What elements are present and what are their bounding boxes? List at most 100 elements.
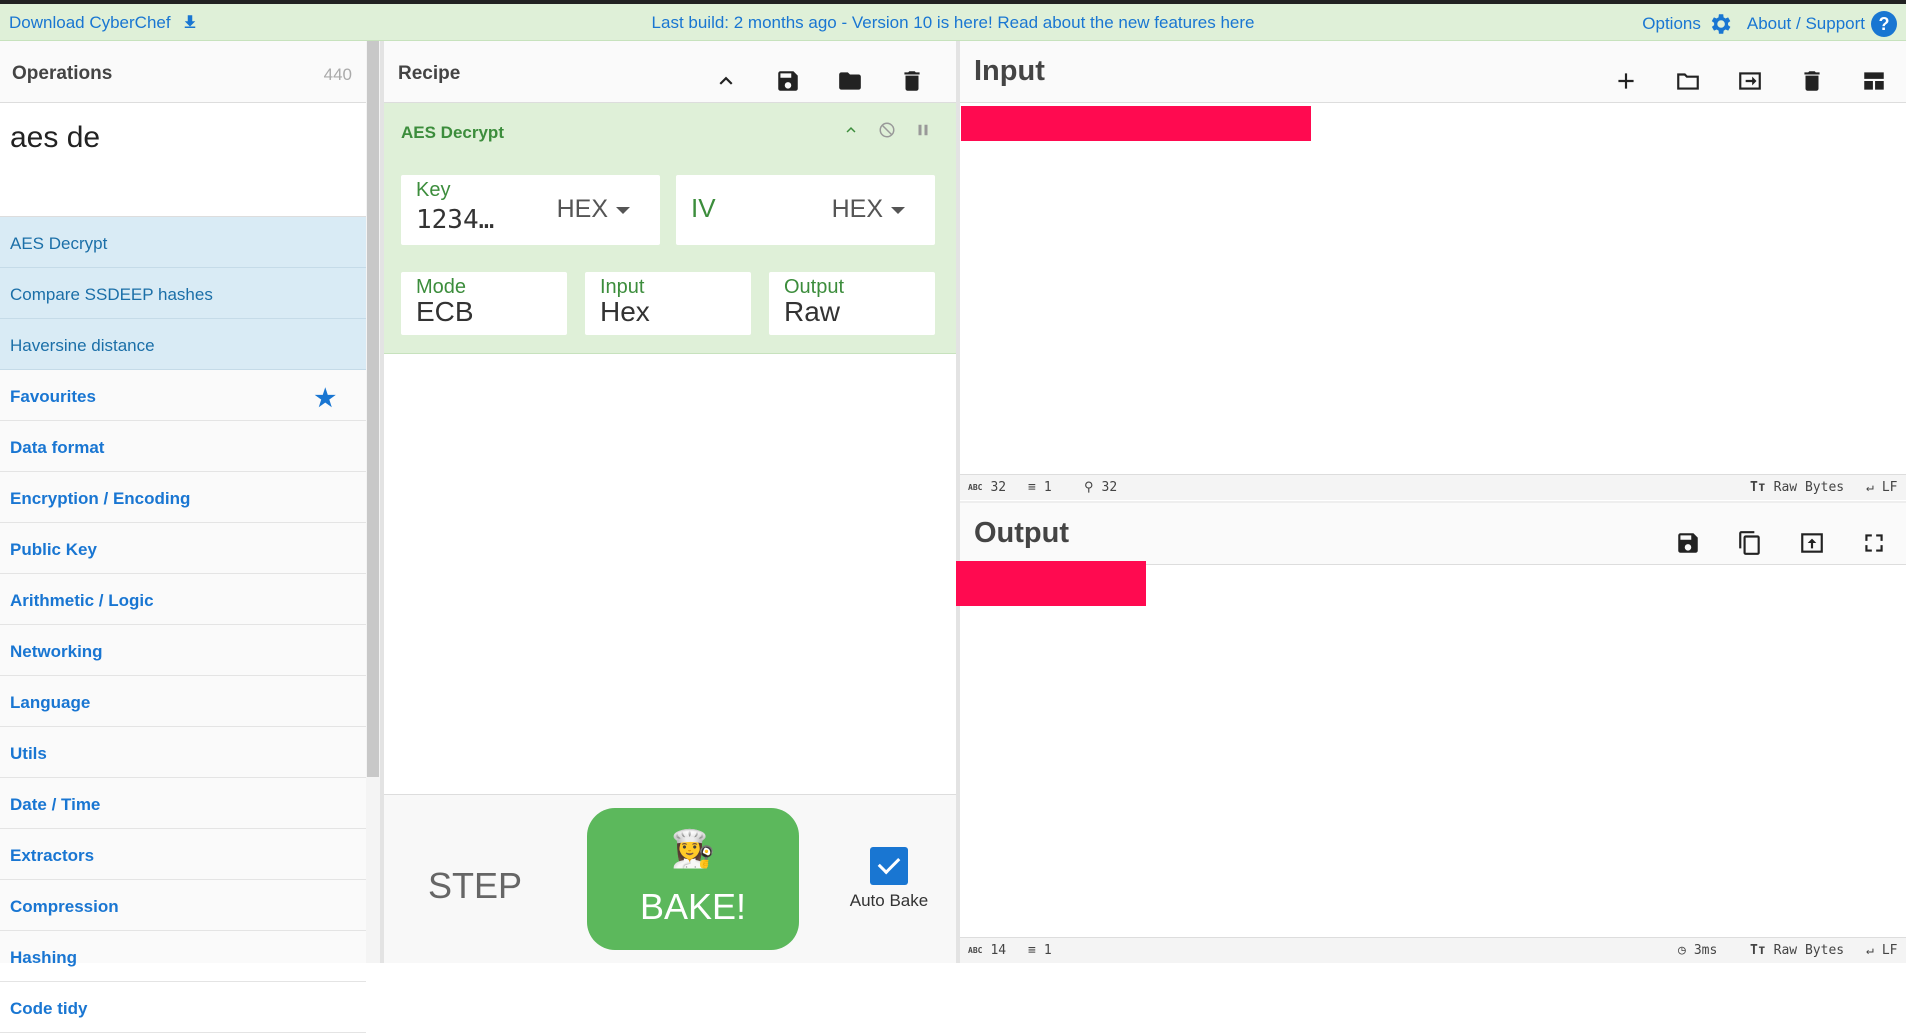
trash-icon — [1804, 71, 1820, 91]
category-arithmetic-logic[interactable]: Arithmetic / Logic — [0, 574, 366, 625]
output-format-field[interactable]: Output Raw — [769, 272, 935, 335]
save-output-button[interactable] — [1672, 527, 1704, 559]
about-support-button[interactable]: About / Support ? — [1747, 11, 1897, 37]
operations-header: Operations 440 — [0, 41, 366, 103]
load-recipe-button[interactable] — [834, 65, 866, 97]
search-result-compare-ssdeep[interactable]: Compare SSDEEP hashes — [0, 268, 366, 319]
download-label: Download CyberChef — [9, 13, 171, 32]
copy-icon — [1739, 531, 1760, 555]
category-encryption-encoding[interactable]: Encryption / Encoding — [0, 472, 366, 523]
recipe-operation-aes-decrypt[interactable]: AES Decrypt Key 1234… HEX IV HEX Mode EC… — [384, 103, 956, 354]
category-favourites[interactable]: Favourites ★ — [0, 370, 366, 421]
bake-controls: STEP 👩‍🍳 BAKE! Auto Bake — [384, 794, 956, 963]
input-position[interactable]: ⚲ 32 — [1084, 480, 1117, 495]
search-value: aes de — [10, 121, 101, 154]
top-banner: Download CyberChef Last build: 2 months … — [0, 4, 1906, 41]
input-format-field[interactable]: Input Hex — [585, 272, 751, 335]
key-format-dropdown[interactable]: HEX — [557, 195, 630, 224]
download-link[interactable]: Download CyberChef — [9, 13, 199, 33]
scrollbar-thumb[interactable] — [367, 41, 379, 777]
result-label: AES Decrypt — [10, 234, 108, 253]
operations-scrollbar[interactable] — [366, 41, 380, 963]
copy-output-button[interactable] — [1734, 527, 1766, 559]
input-encoding[interactable]: Tт Raw Bytes — [1750, 480, 1844, 495]
category-label: Date / Time — [10, 795, 101, 814]
bake-time: ◷ 3ms — [1678, 943, 1718, 958]
category-language[interactable]: Language — [0, 676, 366, 727]
clear-input-button[interactable] — [1796, 65, 1828, 97]
replace-input-button[interactable] — [1796, 527, 1828, 559]
category-code-tidy[interactable]: Code tidy — [0, 982, 366, 1033]
input-toolbar — [1610, 65, 1890, 97]
reset-layout-button[interactable] — [1858, 65, 1890, 97]
category-public-key[interactable]: Public Key — [0, 523, 366, 574]
output-lines: ≡ 1 — [1028, 943, 1052, 958]
iv-format-dropdown[interactable]: HEX — [832, 195, 905, 224]
iv-field[interactable]: IV HEX — [676, 175, 935, 245]
add-tab-button[interactable] — [1610, 65, 1642, 97]
search-result-aes-decrypt[interactable]: AES Decrypt — [0, 217, 366, 268]
category-label: Data format — [10, 438, 105, 457]
category-data-format[interactable]: Data format — [0, 421, 366, 472]
open-file-button[interactable] — [1734, 65, 1766, 97]
options-label: Options — [1642, 14, 1701, 33]
output-header: Output — [960, 503, 1906, 565]
clear-recipe-button[interactable] — [896, 65, 928, 97]
gear-icon — [1711, 14, 1731, 34]
chef-icon: 👩‍🍳 — [670, 828, 716, 869]
text-size-icon: Tт — [1750, 480, 1766, 495]
step-button[interactable]: STEP — [428, 865, 522, 907]
breakpoint-button[interactable] — [914, 121, 932, 139]
disable-operation-button[interactable] — [878, 121, 896, 139]
output-format-value: Raw — [784, 296, 841, 327]
input-text-area[interactable] — [961, 106, 1311, 141]
open-folder-button[interactable] — [1672, 65, 1704, 97]
category-extractors[interactable]: Extractors — [0, 829, 366, 880]
auto-bake-checkbox[interactable] — [870, 847, 908, 885]
key-value: 1234… — [416, 205, 495, 235]
operations-list: AES Decrypt Compare SSDEEP hashes Havers… — [0, 217, 366, 1033]
save-recipe-button[interactable] — [772, 65, 804, 97]
auto-bake-label: Auto Bake — [849, 891, 929, 910]
options-button[interactable]: Options — [1642, 11, 1733, 37]
category-label: Code tidy — [10, 999, 88, 1018]
location-pin-icon: ⚲ — [1084, 480, 1094, 495]
pause-icon — [918, 124, 928, 136]
collapse-all-button[interactable] — [710, 65, 742, 97]
category-label: Compression — [10, 897, 119, 916]
trash-icon — [904, 71, 920, 91]
banner-message[interactable]: Last build: 2 months ago - Version 10 is… — [652, 13, 1255, 32]
about-label: About / Support — [1746, 14, 1865, 33]
result-label: Haversine distance — [10, 336, 155, 355]
input-title: Input — [974, 55, 1045, 87]
operations-title: Operations — [12, 63, 113, 84]
operations-search-input[interactable]: aes de — [0, 103, 366, 217]
auto-bake-toggle[interactable]: Auto Bake — [834, 847, 944, 911]
mode-field[interactable]: Mode ECB — [401, 272, 567, 335]
input-status-bar: ABC 32 ≡ 1 ⚲ 32 Tт Raw Bytes ↵ LF — [960, 474, 1906, 500]
search-result-haversine[interactable]: Haversine distance — [0, 319, 366, 370]
input-eol[interactable]: ↵ LF — [1866, 480, 1897, 495]
input-icon — [1739, 72, 1761, 90]
operations-panel: Operations 440 aes de AES Decrypt Compar… — [0, 41, 366, 1033]
category-date-time[interactable]: Date / Time — [0, 778, 366, 829]
abc-icon: ABC — [968, 483, 983, 492]
collapse-operation-button[interactable] — [842, 121, 860, 139]
input-lines: ≡ 1 — [1028, 480, 1052, 495]
output-encoding[interactable]: Tт Raw Bytes — [1750, 943, 1844, 958]
output-text-area[interactable] — [956, 561, 1146, 606]
key-field[interactable]: Key 1234… HEX — [401, 175, 660, 245]
category-networking[interactable]: Networking — [0, 625, 366, 676]
operations-count: 440 — [323, 65, 352, 84]
category-hashing[interactable]: Hashing — [0, 931, 366, 982]
category-compression[interactable]: Compression — [0, 880, 366, 931]
category-label: Language — [10, 693, 91, 712]
input-length: ABC 32 — [968, 480, 1007, 495]
maximise-output-button[interactable] — [1858, 527, 1890, 559]
banner-right: Options About / Support ? — [1642, 11, 1897, 37]
bake-button[interactable]: 👩‍🍳 BAKE! — [587, 808, 799, 950]
key-label: Key — [416, 179, 451, 201]
output-eol[interactable]: ↵ LF — [1866, 943, 1897, 958]
category-utils[interactable]: Utils — [0, 727, 366, 778]
recipe-title: Recipe — [398, 63, 461, 84]
